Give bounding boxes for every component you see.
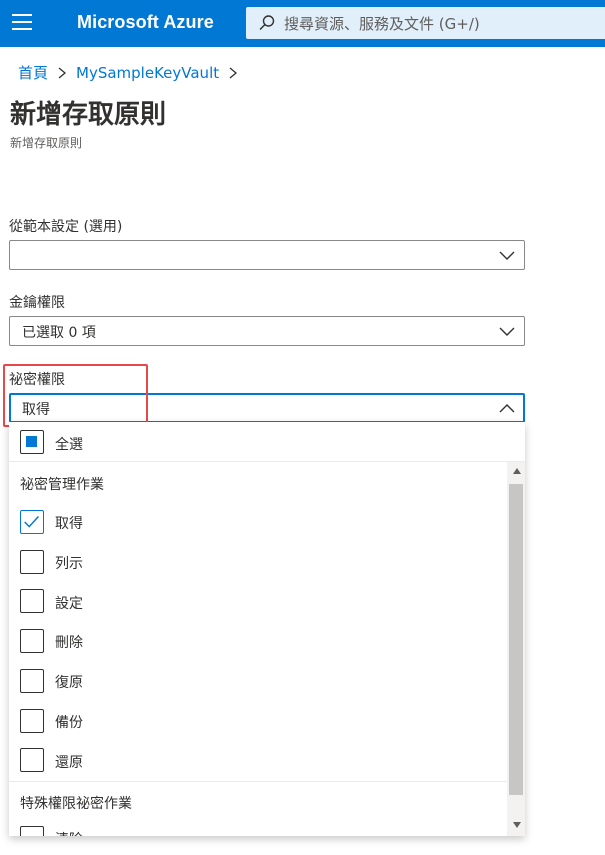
- checkbox-delete[interactable]: [20, 629, 44, 653]
- search-input[interactable]: 搜尋資源、服務及文件 (G+/): [246, 7, 605, 39]
- checkmark-icon: [24, 516, 39, 528]
- chevron-right-icon: [229, 67, 238, 78]
- search-placeholder: 搜尋資源、服務及文件 (G+/): [284, 15, 480, 33]
- checkbox-backup[interactable]: [20, 709, 44, 733]
- item-label-list: 列示: [55, 556, 83, 572]
- select-all-label: 全選: [55, 437, 83, 453]
- breadcrumb: 首頁 MySampleKeyVault: [18, 62, 247, 83]
- item-label-get: 取得: [55, 516, 83, 532]
- chevron-up-icon: [499, 404, 515, 413]
- item-label-backup: 備份: [55, 715, 83, 731]
- secret-permissions-label: 祕密權限: [9, 372, 65, 388]
- secret-permissions-select[interactable]: 取得: [9, 393, 525, 423]
- page-subtitle: 新增存取原則: [10, 136, 83, 150]
- breadcrumb-home[interactable]: 首頁: [18, 62, 48, 83]
- checkbox-restore[interactable]: [20, 748, 44, 772]
- scroll-down-icon[interactable]: [513, 822, 521, 828]
- checkbox-list[interactable]: [20, 550, 44, 574]
- checkbox-get[interactable]: [20, 510, 44, 534]
- key-permissions-label: 金鑰權限: [9, 295, 65, 311]
- group-header-secret-management: 祕密管理作業: [20, 477, 104, 493]
- page-title: 新增存取原則: [10, 100, 167, 130]
- template-label: 從範本設定 (選用): [9, 219, 123, 235]
- menu-icon[interactable]: [12, 14, 32, 31]
- item-label-purge: 清除: [55, 829, 83, 836]
- secret-permissions-dropdown: 全選 祕密管理作業 取得 列示 設定 刪除 復原 備份 還原 特殊權限祕密作業 …: [9, 422, 525, 836]
- chevron-down-icon: [499, 251, 515, 260]
- group-divider: [9, 781, 507, 782]
- select-all-checkbox[interactable]: [20, 430, 44, 454]
- checkbox-recover[interactable]: [20, 669, 44, 693]
- chevron-right-icon: [58, 67, 67, 78]
- key-permissions-value: 已選取 0 項: [22, 325, 96, 341]
- secret-permissions-value: 取得: [22, 402, 50, 418]
- checkbox-set[interactable]: [20, 589, 44, 613]
- item-label-recover: 復原: [55, 675, 83, 691]
- scroll-up-icon[interactable]: [513, 468, 521, 474]
- checkbox-purge[interactable]: [20, 826, 44, 836]
- scrollbar-thumb[interactable]: [509, 484, 523, 795]
- item-label-delete: 刪除: [55, 635, 83, 651]
- item-label-set: 設定: [55, 596, 83, 612]
- item-label-restore: 還原: [55, 755, 83, 771]
- group-header-privileged-operations: 特殊權限祕密作業: [20, 796, 132, 812]
- breadcrumb-keyvault[interactable]: MySampleKeyVault: [76, 64, 219, 82]
- template-select[interactable]: [9, 240, 525, 270]
- select-all-row[interactable]: 全選: [9, 422, 525, 462]
- top-bar: Microsoft Azure 搜尋資源、服務及文件 (G+/): [0, 0, 605, 47]
- brand-title[interactable]: Microsoft Azure: [77, 12, 214, 33]
- chevron-down-icon: [499, 327, 515, 336]
- search-icon: [259, 15, 275, 31]
- key-permissions-select[interactable]: 已選取 0 項: [9, 316, 525, 346]
